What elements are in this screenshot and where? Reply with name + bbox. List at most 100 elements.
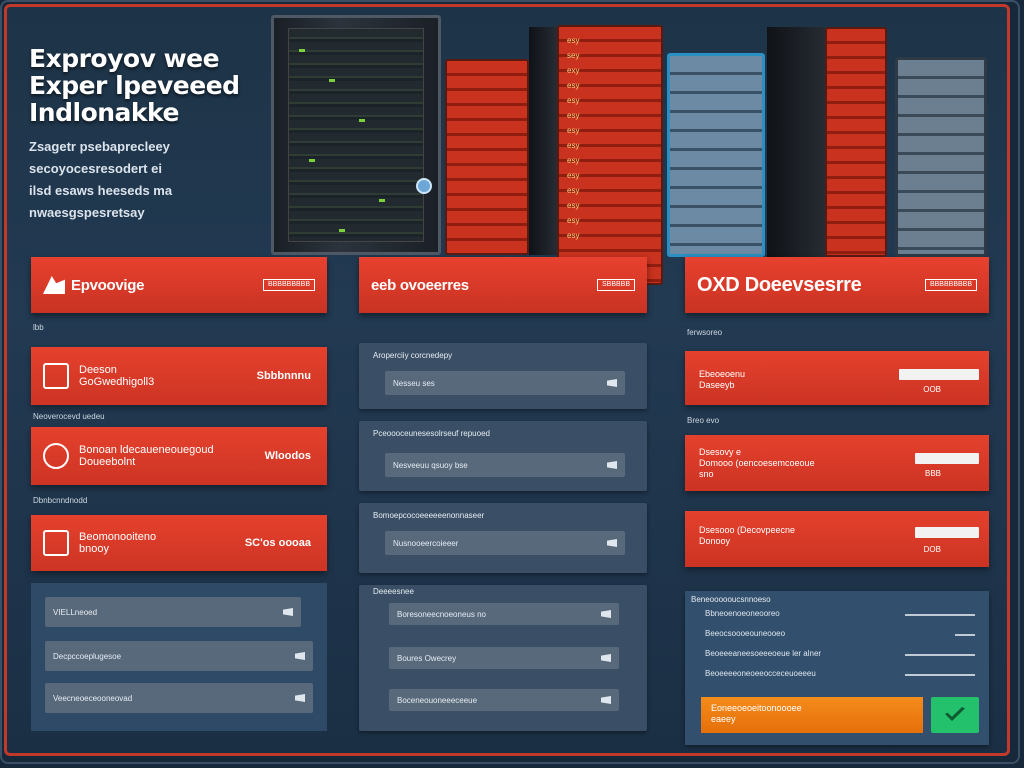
right-card-1-text: Ebeoeoenu Daseeyb <box>699 369 746 390</box>
summary-row-4-bar <box>905 674 975 676</box>
orange-action-button[interactable]: Eoneeoeoeitoonoooee eaeey <box>701 697 923 733</box>
right-card-3-text: Dsesooo (Decovpeecne Donooy <box>699 525 796 546</box>
middle-group-3-field[interactable]: Nusnooeercoieeer <box>385 531 625 555</box>
summary-row-4-text: Beoeeeeoneoeeocceceuoeeeu <box>705 669 816 678</box>
summary-row-1-bar <box>905 614 975 616</box>
right-card-1-count: OOB <box>923 385 941 394</box>
server-rack-main <box>271 15 441 255</box>
right-card-3[interactable]: Dsesooo (Decovpeecne Donooy DOB <box>685 511 989 567</box>
left-header-badge[interactable]: BBBBBBBBB <box>262 279 315 291</box>
left-column-header: Epvoovige BBBBBBBBB <box>31 257 327 313</box>
chevron-icon <box>601 610 611 618</box>
right-card-2-count: BBB <box>924 469 941 478</box>
right-label-top: ferwsoreo <box>687 327 723 337</box>
middle-list-item-2-text: Boures Owecrey <box>397 653 457 663</box>
middle-group-2-caption: Pceoooceunesesolrseuf repuoed <box>373 429 490 438</box>
server-rack-side <box>529 27 557 255</box>
summary-row-3: Beoeeeaneesoeeeoeue ler alner <box>705 649 975 661</box>
left-header-title: Epvoovige <box>71 276 145 294</box>
rack-labels: esy sey exy esy esy esy esy esy esy esy … <box>567 36 580 240</box>
middle-group-1-caption: Aroperciiy corcnedepy <box>373 351 453 360</box>
middle-header-title: eeb ovoeerres <box>371 276 469 294</box>
left-field-1[interactable]: VIELLneoed <box>45 597 301 627</box>
middle-group-2: Pceoooceunesesolrseuf repuoed Nesveeuu q… <box>359 421 647 491</box>
left-card-2[interactable]: Bonoan ldecaueneouegoud Doueebolnt Wlood… <box>31 427 327 485</box>
chevron-icon <box>601 696 611 704</box>
chevron-icon <box>607 461 617 469</box>
summary-row-1-text: Bbneoenoeoneooreo <box>705 609 780 618</box>
right-card-3-count: DOB <box>923 545 941 554</box>
left-card-1-text: Deeson GoGwedhigoll3 <box>79 364 155 388</box>
right-header-title: OXD Doeevsesrre <box>697 273 862 296</box>
right-card-3-input[interactable] <box>915 527 979 538</box>
chevron-icon <box>283 608 293 616</box>
left-field-2[interactable]: Decpccoeplugesoe <box>45 641 313 671</box>
left-field-1-text: VIELLneoed <box>53 607 98 617</box>
chevron-icon <box>601 654 611 662</box>
right-card-2-text: Dsesovy e Domooo (oencoesemcoeoue sno <box>699 447 815 479</box>
briefcase-icon <box>43 363 69 389</box>
summary-title: Beneoooooucsnnoeso <box>691 595 771 604</box>
middle-group-3-caption: Bomoepcocoeeeeeenonnaseer <box>373 511 485 520</box>
left-card-3[interactable]: Beomonooiteno bnooy SC'os oooaa <box>31 515 327 571</box>
middle-group-2-field[interactable]: Nesveeuu qsuoy bse <box>385 453 625 477</box>
dashboard-window: Exproyov wee Exper lpeveeed Indlonakke Z… <box>4 4 1010 756</box>
summary-row-1: Bbneoenoeoneooreo <box>705 609 975 621</box>
server-rack-blue <box>667 53 765 257</box>
summary-row-4: Beoeeeeoneoeeocceceuoeeeu <box>705 669 975 681</box>
middle-list-panel: Deeeesnee Boresoneecnoeoneus no Boures O… <box>359 585 647 731</box>
middle-list-item-3-text: Boceneouoneeeceeue <box>397 695 478 705</box>
chevron-icon <box>295 694 305 702</box>
middle-list-caption: Deeeesnee <box>373 587 414 596</box>
left-field-2-text: Decpccoeplugesoe <box>53 651 122 661</box>
left-field-3[interactable]: Veecneoeceooneovad <box>45 683 313 713</box>
middle-header-badge[interactable]: SBBBBB <box>596 279 635 291</box>
check-icon[interactable] <box>931 697 979 733</box>
middle-column: eeb ovoeerres SBBBBB Aroperciiy corcnede… <box>359 257 647 731</box>
middle-group-1: Aroperciiy corcnedepy Nesseu ses <box>359 343 647 409</box>
middle-list-item-1[interactable]: Boresoneecnoeoneus no <box>389 603 619 625</box>
left-card-1-value: Sbbbnnnu <box>256 370 311 382</box>
chevron-icon <box>607 539 617 547</box>
middle-list-item-2[interactable]: Boures Owecrey <box>389 647 619 669</box>
server-rack-red-tall: esy sey exy esy esy esy esy esy esy esy … <box>557 25 663 285</box>
middle-group-3-field-text: Nusnooeercoieeer <box>393 538 459 548</box>
left-card-1[interactable]: Deeson GoGwedhigoll3 Sbbbnnnu <box>31 347 327 405</box>
middle-list-item-3[interactable]: Boceneouoneeeceeue <box>389 689 619 711</box>
server-rack-red-left <box>445 59 529 255</box>
left-fields-panel: VIELLneoed Decpccoeplugesoe Veecneoeceoo… <box>31 583 327 731</box>
summary-row-2-bar <box>955 634 975 636</box>
left-card-3-value: SC'os oooaa <box>244 537 311 549</box>
server-rack-side-2 <box>767 27 825 257</box>
hero: Exproyov wee Exper lpeveeed Indlonakke Z… <box>29 45 289 224</box>
right-label-mid: Breo evo <box>687 415 720 425</box>
left-column: Epvoovige BBBBBBBBB lbb Deeson GoGwedhig… <box>31 257 327 731</box>
server-rack-grey <box>895 57 987 257</box>
right-column: OXD Doeevsesrre BBBBBBBBB ferwsoreo Ebeo… <box>685 257 989 567</box>
rack-door-handle-icon <box>416 178 432 194</box>
middle-column-header: eeb ovoeerres SBBBBB <box>359 257 647 313</box>
hero-title: Exproyov wee Exper lpeveeed Indlonakke <box>29 44 240 127</box>
left-card-3-text: Beomonooiteno bnooy <box>79 531 157 555</box>
left-label-low: Dbnbcnndnodd <box>33 495 88 505</box>
left-card-2-text: Bonoan ldecaueneouegoud Doueebolnt <box>79 444 214 468</box>
server-rack-red-right <box>825 27 887 257</box>
left-field-3-text: Veecneoeceooneovad <box>53 693 133 703</box>
server-rack-panel <box>288 28 424 242</box>
left-card-2-value: Wloodos <box>264 450 311 462</box>
hero-subtitle: Zsagetr psebaprecleey secoyocesresodert … <box>29 139 173 220</box>
left-label-top: lbb <box>33 322 44 332</box>
lock-icon <box>43 443 69 469</box>
right-card-1[interactable]: Ebeoeoenu Daseeyb OOB <box>685 351 989 405</box>
right-card-1-input[interactable] <box>899 369 979 380</box>
summary-row-2: Beeocsoooeouneooeo <box>705 629 975 641</box>
middle-group-1-field[interactable]: Nesseu ses <box>385 371 625 395</box>
right-header-badge[interactable]: BBBBBBBBB <box>924 279 977 291</box>
middle-group-2-field-text: Nesveeuu qsuoy bse <box>393 460 468 470</box>
right-card-2[interactable]: Dsesovy e Domooo (oencoesemcoeoue sno BB… <box>685 435 989 491</box>
right-card-2-input[interactable] <box>915 453 979 464</box>
right-column-header: OXD Doeevsesrre BBBBBBBBB <box>685 257 989 313</box>
summary-row-3-text: Beoeeeaneesoeeeoeue ler alner <box>705 649 822 658</box>
chevron-icon <box>295 652 305 660</box>
middle-list-item-1-text: Boresoneecnoeoneus no <box>397 609 486 619</box>
